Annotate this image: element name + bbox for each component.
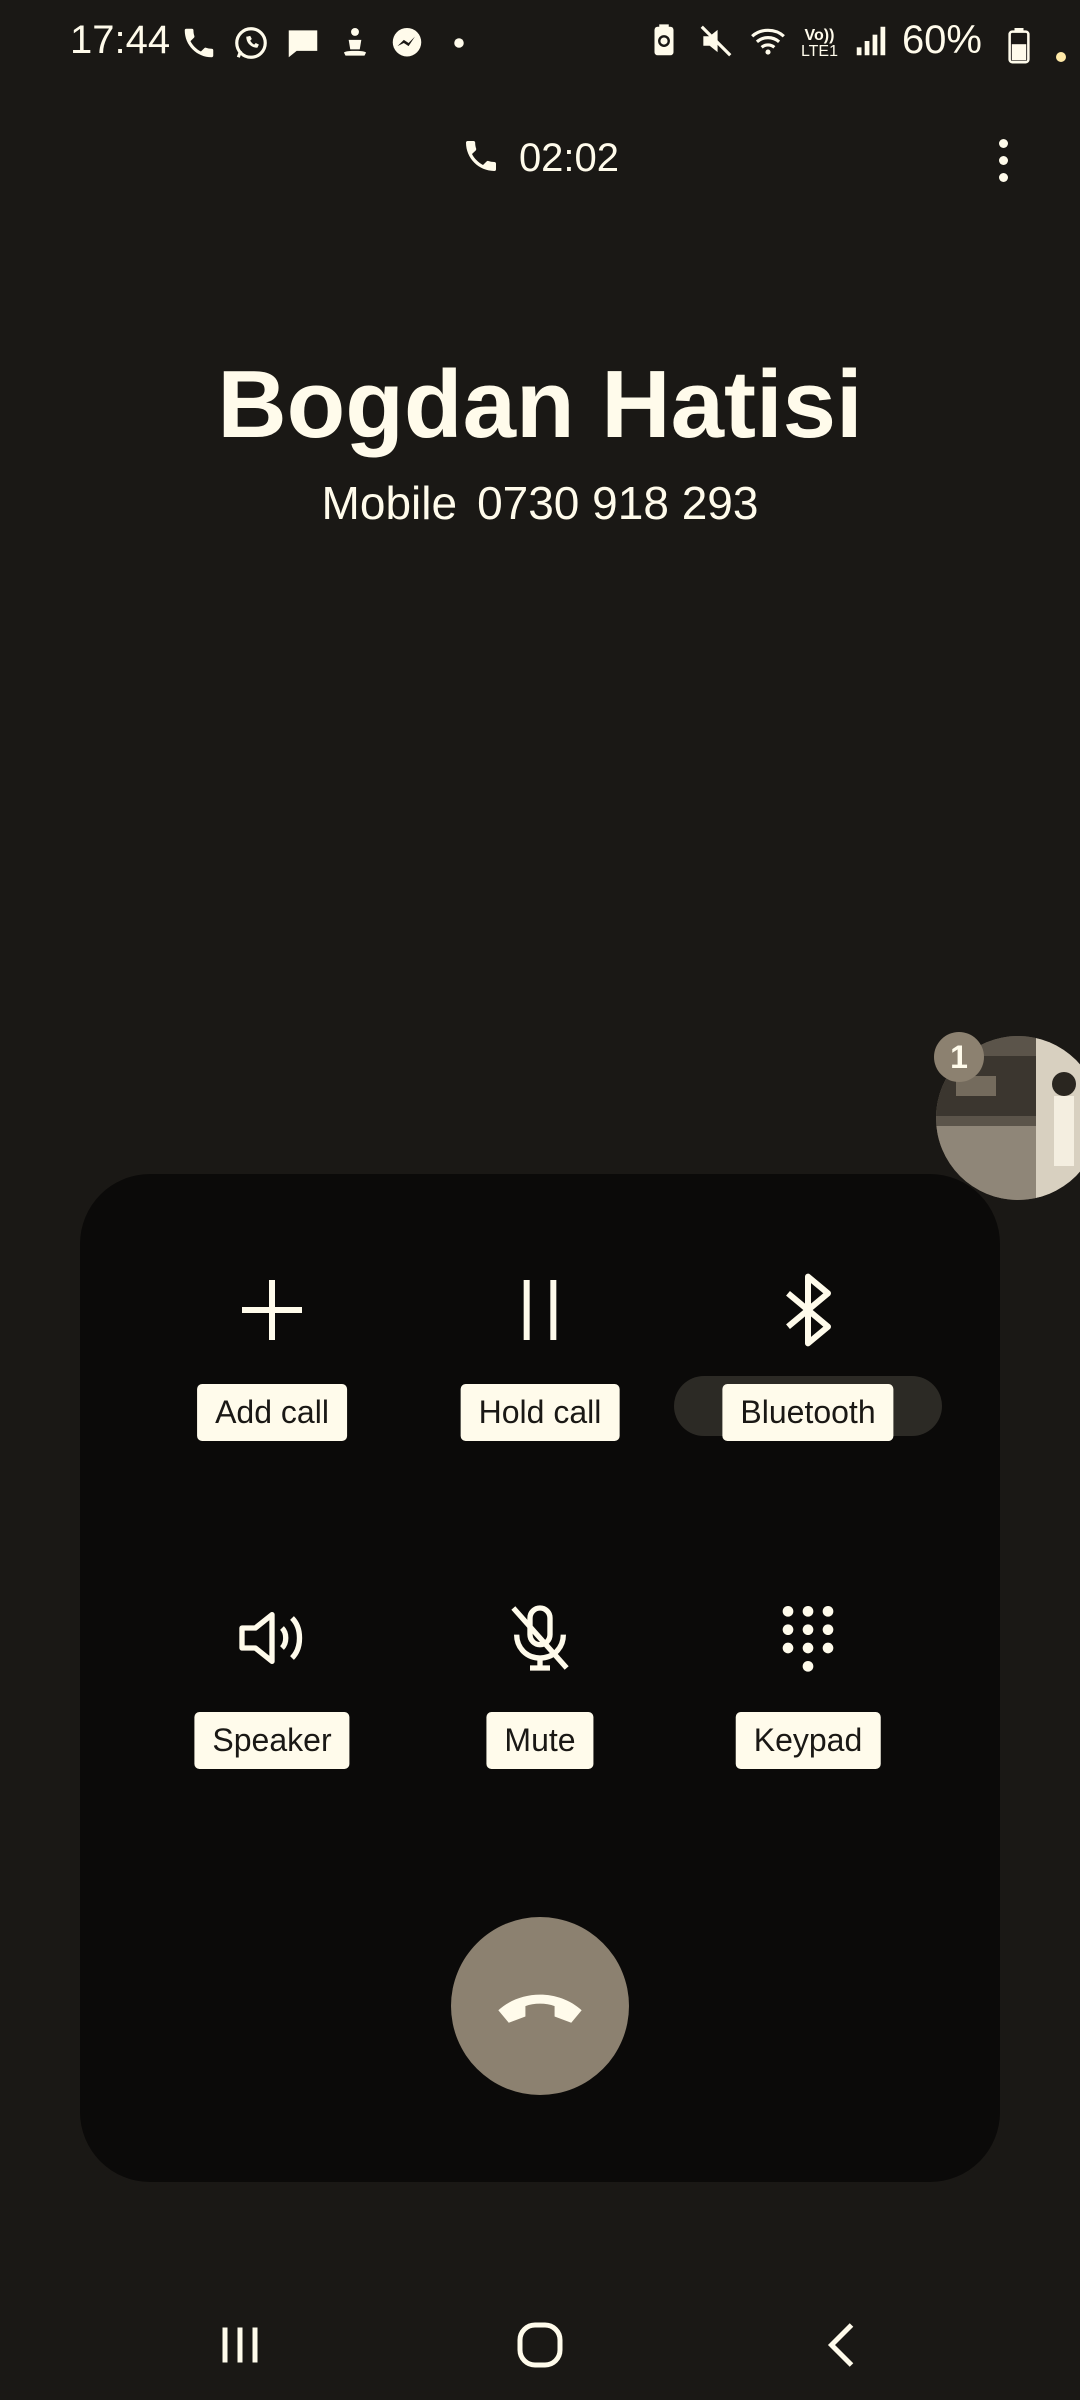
messenger-icon [388,24,426,67]
mute-button[interactable]: Mute [400,1588,680,1788]
keypad-label: Keypad [735,1712,881,1769]
phone-icon [461,136,501,181]
navigation-bar [0,2290,1080,2400]
contact-number-line: Mobile 0730 918 293 [0,476,1080,530]
end-call-button[interactable] [451,1917,629,2095]
phone-number: 0730 918 293 [477,477,759,529]
signal-icon [852,22,890,65]
charging-dot-icon [1056,52,1066,62]
hang-up-icon [490,1954,590,2059]
battery-saver-icon [645,22,683,65]
notification-dot-icon [440,24,478,67]
notification-icons [180,24,478,67]
call-screen: 17:44 Vo)) LTE1 60% 02:02 Bogdan Hatisi … [0,0,1080,2400]
call-timer: 02:02 [0,128,1080,188]
hold-call-button[interactable]: Hold call [400,1260,680,1460]
mute-icon [697,22,735,65]
call-duration: 02:02 [518,135,620,180]
pause-icon [490,1260,590,1360]
home-icon [517,2322,563,2368]
recent-apps-button[interactable] [200,2310,280,2380]
bluetooth-icon [758,1260,858,1360]
speaker-label: Speaker [194,1712,350,1769]
bluetooth-button[interactable]: Bluetooth [668,1260,948,1460]
microphone-off-icon [490,1588,590,1688]
number-type: Mobile [321,477,458,529]
whatsapp-icon [232,24,270,67]
more-options-button[interactable] [978,130,1028,190]
add-icon [222,1260,322,1360]
contact-name: Bogdan Hatisi [217,351,863,458]
phone-call-icon [180,24,218,67]
add-call-label: Add call [197,1384,347,1441]
battery-percent: 60% [901,18,982,62]
volte-icon: Vo)) LTE1 [800,26,838,60]
back-button[interactable] [804,2310,884,2380]
system-icons: Vo)) LTE1 [645,22,890,65]
keypad-icon [758,1588,858,1688]
home-button[interactable] [500,2310,580,2380]
meditation-app-icon [336,24,374,67]
speaker-button[interactable]: Speaker [132,1588,412,1788]
mute-label: Mute [486,1712,594,1769]
back-icon [827,2323,854,2367]
message-icon [284,24,322,67]
video-count-badge: 1 [934,1032,984,1082]
more-options-icon [998,138,1008,148]
keypad-button[interactable]: Keypad [668,1588,948,1788]
add-call-button[interactable]: Add call [132,1260,412,1460]
hold-call-label: Hold call [460,1384,620,1441]
status-time: 17:44 [70,18,171,62]
status-bar: 17:44 Vo)) LTE1 60% [0,0,1080,90]
recent-apps-icon [222,2327,258,2363]
wifi-icon [749,22,787,65]
speaker-icon [222,1588,322,1688]
battery-icon [1008,28,1030,64]
bluetooth-label: Bluetooth [722,1384,894,1441]
